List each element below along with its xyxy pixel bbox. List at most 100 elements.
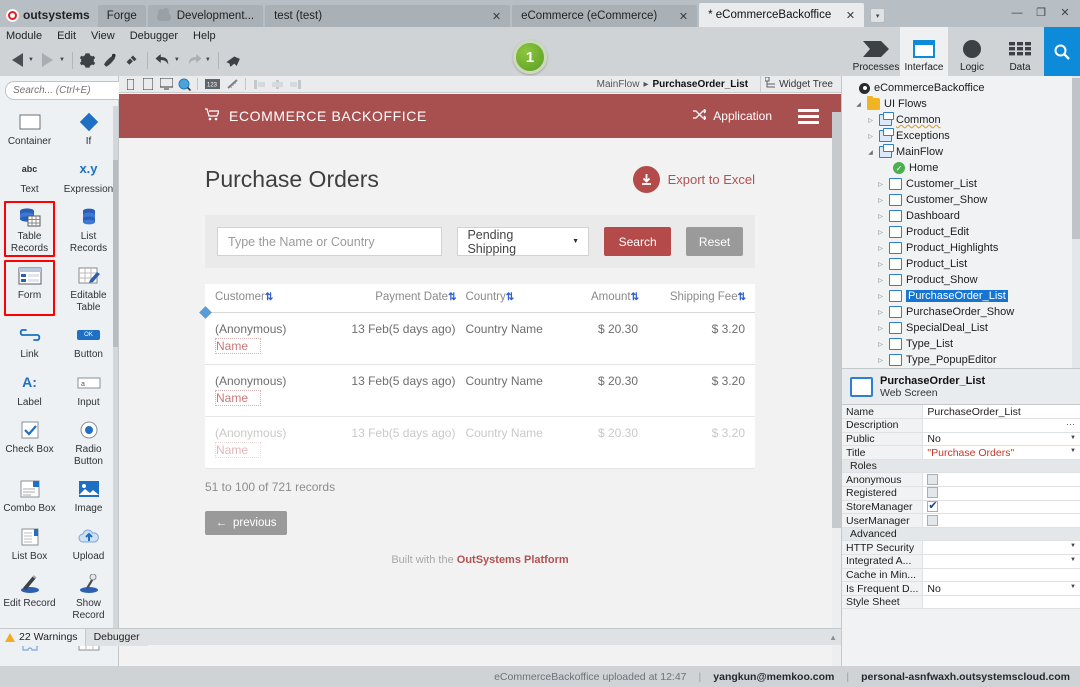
- tab-interface[interactable]: Interface: [900, 27, 948, 76]
- menu-module[interactable]: Module: [6, 30, 42, 42]
- toolbox-item-combo-box[interactable]: Combo Box: [0, 471, 59, 519]
- menu-edit[interactable]: Edit: [57, 30, 76, 42]
- property-value[interactable]: PurchaseOrder_List: [922, 405, 1080, 420]
- table-row[interactable]: (Anonymous) Name 13 Feb(5 days ago) Coun…: [205, 416, 755, 469]
- tab-forge[interactable]: Forge: [97, 5, 146, 27]
- tab-ecommerce[interactable]: eCommerce (eCommerce) ✕: [512, 5, 698, 27]
- chevron-down-icon[interactable]: ▼: [1070, 543, 1076, 549]
- menu-debugger[interactable]: Debugger: [130, 30, 178, 42]
- tree-node-root[interactable]: eCommerceBackoffice: [844, 80, 1080, 96]
- property-value[interactable]: [922, 568, 1080, 583]
- desktop-icon[interactable]: [159, 78, 173, 91]
- redo-icon[interactable]: [183, 49, 205, 71]
- close-window-button[interactable]: ✕: [1054, 4, 1076, 21]
- tree-node-mainflow[interactable]: ◢ MainFlow: [844, 144, 1080, 160]
- expand-arrow-icon[interactable]: ▷: [876, 245, 885, 252]
- property-row-description[interactable]: Description ⋯: [842, 418, 1080, 433]
- toolbox-item-button[interactable]: OK Button: [59, 317, 118, 365]
- expand-arrow-icon[interactable]: ▷: [876, 197, 885, 204]
- dimensions-icon[interactable]: 123: [204, 78, 221, 91]
- property-row-http-security[interactable]: HTTP Security ▼: [842, 540, 1080, 556]
- toolbox-item-show-record[interactable]: Show Record: [59, 566, 118, 625]
- tab-test[interactable]: test (test) ✕: [265, 5, 511, 27]
- environment-url[interactable]: personal-asnfwaxh.outsystemscloud.com: [861, 671, 1070, 683]
- one-click-publish-button[interactable]: 1: [513, 40, 547, 74]
- status-dropdown[interactable]: Pending Shipping ▼: [457, 227, 590, 256]
- search-button[interactable]: Search: [604, 227, 672, 256]
- property-row-is-frequent[interactable]: Is Frequent D... No ▼: [842, 581, 1080, 596]
- export-to-excel-button[interactable]: Export to Excel: [632, 166, 755, 193]
- toolbox-item-link[interactable]: Link: [0, 317, 59, 365]
- toolbox-item-form[interactable]: Form: [0, 258, 59, 317]
- debugger-tab[interactable]: Debugger: [85, 628, 148, 646]
- property-value[interactable]: [922, 472, 1080, 488]
- toolbox-item-upload[interactable]: Upload: [59, 519, 118, 567]
- tree-node-product-list[interactable]: ▷ Product_List: [844, 256, 1080, 272]
- toolbox-item-radio-button[interactable]: Radio Button: [59, 412, 118, 471]
- toolbox-item-if[interactable]: If: [59, 104, 118, 152]
- property-value[interactable]: [922, 486, 1080, 501]
- widget-tree-button[interactable]: Widget Tree: [760, 75, 837, 93]
- merge-icon[interactable]: [121, 49, 143, 71]
- property-value[interactable]: [922, 595, 1080, 610]
- tree-scrollbar[interactable]: [1072, 76, 1080, 368]
- tree-node-product-show[interactable]: ▷ Product_Show: [844, 272, 1080, 288]
- close-icon[interactable]: ✕: [679, 10, 688, 23]
- debug-icon[interactable]: [99, 49, 121, 71]
- table-row[interactable]: (Anonymous) Name 13 Feb(5 days ago) Coun…: [205, 364, 755, 417]
- tree-node-specialdeal-list[interactable]: ▷ SpecialDeal_List: [844, 320, 1080, 336]
- tree-node-type-list[interactable]: ▷ Type_List: [844, 336, 1080, 352]
- chevron-down-icon[interactable]: ▼: [1070, 448, 1076, 454]
- column-header-country[interactable]: Country⇅: [457, 284, 573, 313]
- tree-node-dashboard[interactable]: ▷ Dashboard: [844, 208, 1080, 224]
- column-header-customer[interactable]: Customer⇅: [205, 284, 315, 313]
- canvas-scrollbar[interactable]: [832, 112, 841, 666]
- phone-icon[interactable]: [123, 78, 137, 91]
- tab-development[interactable]: Development...: [147, 5, 264, 27]
- tab-logic[interactable]: Logic: [948, 27, 996, 76]
- align-right-icon[interactable]: [288, 78, 302, 91]
- expand-arrow-icon[interactable]: ▷: [876, 357, 885, 364]
- sort-icon[interactable]: ⇅: [265, 291, 273, 303]
- tree-node-home[interactable]: ✓ Home: [844, 160, 1080, 176]
- menu-help[interactable]: Help: [193, 30, 216, 42]
- chevron-down-icon[interactable]: ▼: [1070, 435, 1076, 441]
- close-icon[interactable]: ✕: [492, 10, 501, 23]
- property-value[interactable]: [922, 499, 1080, 515]
- preview-icon[interactable]: [177, 78, 191, 91]
- breadcrumb-flow[interactable]: MainFlow: [597, 79, 640, 90]
- expand-arrow-icon[interactable]: ▷: [876, 277, 885, 284]
- expand-arrow-icon[interactable]: ▷: [866, 133, 875, 140]
- footer-brand[interactable]: OutSystems Platform: [457, 554, 569, 566]
- expand-arrow-icon[interactable]: ▷: [876, 181, 885, 188]
- tree-node-type-popupeditor[interactable]: ▷ Type_PopupEditor: [844, 352, 1080, 368]
- forward-dropdown-icon[interactable]: ▼: [59, 57, 65, 63]
- redo-dropdown-icon[interactable]: ▼: [205, 57, 211, 63]
- property-value[interactable]: ⋯: [922, 418, 1080, 433]
- ellipsis-icon[interactable]: ⋯: [1066, 419, 1076, 430]
- property-row-cache-in-minutes[interactable]: Cache in Min...: [842, 568, 1080, 583]
- toolbox-item-container[interactable]: Container: [0, 104, 59, 152]
- expand-arrow-icon[interactable]: ◢: [866, 149, 875, 156]
- expand-arrow-icon[interactable]: ▷: [876, 229, 885, 236]
- tab-ecommercebackoffice[interactable]: * eCommerceBackoffice ✕: [699, 3, 865, 27]
- menu-view[interactable]: View: [91, 30, 115, 42]
- table-row[interactable]: (Anonymous) Name 13 Feb(5 days ago) Coun…: [199, 306, 755, 365]
- toolbox-item-expression[interactable]: x.y Expression: [59, 152, 118, 200]
- align-left-icon[interactable]: [252, 78, 266, 91]
- global-search-button[interactable]: [1044, 27, 1080, 76]
- tree-node-customer-list[interactable]: ▷ Customer_List: [844, 176, 1080, 192]
- toolbox-item-input[interactable]: a Input: [59, 365, 118, 413]
- checkbox-storemanager[interactable]: [927, 499, 939, 512]
- breadcrumb-screen[interactable]: PurchaseOrder_List: [652, 79, 748, 90]
- property-value[interactable]: No ▼: [922, 581, 1080, 596]
- property-value[interactable]: "Purchase Orders" ▼: [922, 445, 1080, 460]
- forward-arrow-icon[interactable]: [37, 49, 59, 71]
- tablet-icon[interactable]: [141, 78, 155, 91]
- property-row-integrated-auth[interactable]: Integrated A... ▼: [842, 554, 1080, 569]
- toolbox-item-check-box[interactable]: Check Box: [0, 412, 59, 471]
- tab-data[interactable]: Data: [996, 27, 1044, 76]
- checkbox-usermanager[interactable]: [927, 514, 939, 526]
- minimize-button[interactable]: —: [1006, 4, 1028, 21]
- checkbox-anonymous[interactable]: [927, 473, 939, 485]
